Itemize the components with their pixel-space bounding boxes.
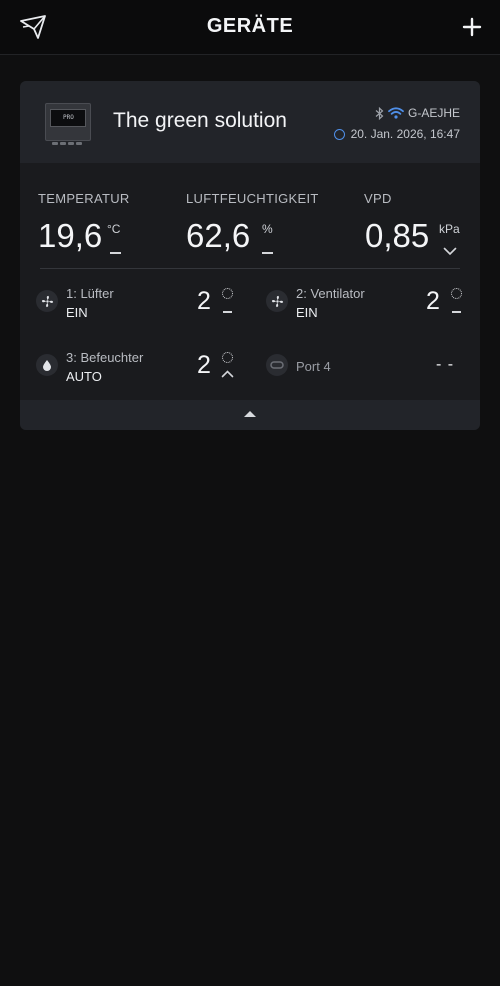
port-2-status-ring (451, 288, 462, 299)
device-name: The green solution (113, 109, 287, 132)
plug-icon (266, 354, 288, 376)
water-drop-icon (36, 354, 58, 376)
connection-status: G-AEJHE (375, 105, 460, 121)
port-3-status-ring (222, 352, 233, 363)
port-2[interactable]: 2: Ventilator EIN 2 (266, 282, 466, 322)
vpd-value: 0,85 (365, 217, 430, 254)
device-card[interactable]: PRO The green solution G-AEJHE 20. Jan. … (20, 81, 480, 430)
port-1-mode: EIN (66, 305, 88, 320)
temperature-value: 19,6 (38, 217, 103, 254)
port-1-trend-flat (223, 311, 232, 313)
port-4[interactable]: Port 4 - - (266, 346, 466, 386)
sync-status-icon (333, 128, 345, 140)
port-1[interactable]: 1: Lüfter EIN 2 (36, 282, 236, 322)
port-1-status-ring (222, 288, 233, 299)
chevron-down-icon (443, 247, 457, 256)
port-2-name: 2: Ventilator (296, 286, 365, 301)
humidity-unit: % (262, 222, 273, 236)
fan-icon (266, 290, 288, 312)
wifi-icon (388, 107, 404, 119)
fan-icon (36, 290, 58, 312)
device-card-header[interactable]: PRO The green solution G-AEJHE 20. Jan. … (20, 81, 480, 163)
port-3-mode: AUTO (66, 369, 102, 384)
humidity-label: LUFTFEUCHTIGKEIT (186, 191, 319, 206)
temperature-unit: °C (107, 222, 121, 236)
port-2-mode: EIN (296, 305, 318, 320)
plus-icon[interactable] (462, 17, 482, 37)
port-1-level: 2 (197, 287, 211, 315)
last-update: 20. Jan. 2026, 16:47 (333, 126, 460, 142)
port-4-name: Port 4 (296, 359, 331, 374)
humidity-trend-flat (262, 252, 273, 254)
port-4-level: - - (436, 356, 455, 373)
vpd-unit: kPa (439, 222, 460, 236)
temperature-label: TEMPERATUR (38, 191, 130, 206)
caret-up-icon (244, 411, 256, 417)
top-bar: GERÄTE (0, 0, 500, 55)
port-1-name: 1: Lüfter (66, 286, 114, 301)
collapse-button[interactable] (20, 400, 480, 430)
port-3-name: 3: Befeuchter (66, 350, 144, 365)
device-id: G-AEJHE (407, 106, 460, 120)
vpd-label: VPD (364, 191, 392, 206)
port-2-trend-flat (452, 311, 461, 313)
bluetooth-icon (375, 106, 384, 120)
device-model-badge: PRO (63, 114, 74, 121)
humidity-value: 62,6 (186, 217, 251, 254)
port-3-level: 2 (197, 351, 211, 379)
chevron-up-icon (221, 370, 234, 378)
timestamp: 20. Jan. 2026, 16:47 (350, 127, 460, 141)
metrics-divider (40, 268, 460, 269)
page-title: GERÄTE (206, 15, 294, 37)
temperature-trend-flat (110, 252, 121, 254)
port-2-level: 2 (426, 287, 440, 315)
port-3[interactable]: 3: Befeuchter AUTO 2 (36, 346, 236, 386)
device-thumbnail: PRO (45, 103, 91, 145)
